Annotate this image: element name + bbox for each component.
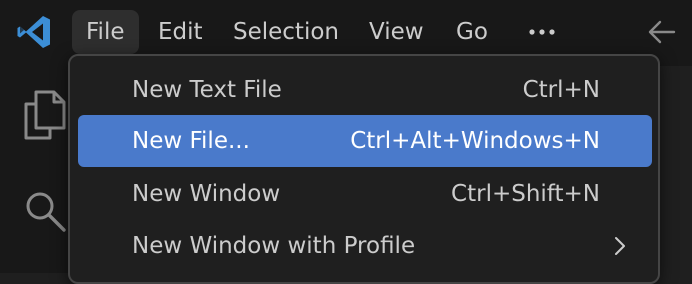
- menu-item-label: New Window with Profile: [132, 233, 416, 259]
- menu-file[interactable]: File: [72, 10, 139, 54]
- ellipsis-icon[interactable]: [520, 14, 564, 50]
- menu-view[interactable]: View: [355, 10, 438, 54]
- menu-item-label: New Text File: [132, 77, 282, 103]
- menu-item-label: New Window: [132, 181, 281, 207]
- menu-edit[interactable]: Edit: [144, 10, 217, 54]
- menu-item-new-file[interactable]: New File... Ctrl+Alt+Windows+N: [78, 115, 652, 167]
- menu-item-new-text-file[interactable]: New Text File Ctrl+N: [78, 64, 652, 116]
- menu-item-label: New File...: [132, 128, 250, 154]
- menu-item-shortcut: Ctrl+N: [522, 77, 600, 103]
- menu-item-shortcut: Ctrl+Alt+Windows+N: [350, 128, 600, 154]
- arrow-left-icon[interactable]: [642, 14, 682, 50]
- search-icon[interactable]: [22, 186, 70, 234]
- menu-selection[interactable]: Selection: [219, 10, 353, 54]
- menu-item-shortcut: Ctrl+Shift+N: [451, 181, 600, 207]
- vscode-logo-icon: [17, 16, 50, 48]
- files-icon[interactable]: [20, 88, 68, 142]
- menu-item-new-window[interactable]: New Window Ctrl+Shift+N: [78, 168, 652, 220]
- chevron-right-icon: [615, 237, 625, 255]
- file-menu-dropdown: New Text File Ctrl+N New File... Ctrl+Al…: [68, 54, 660, 284]
- menu-go[interactable]: Go: [442, 10, 502, 54]
- menu-item-new-window-with-profile[interactable]: New Window with Profile: [78, 220, 652, 272]
